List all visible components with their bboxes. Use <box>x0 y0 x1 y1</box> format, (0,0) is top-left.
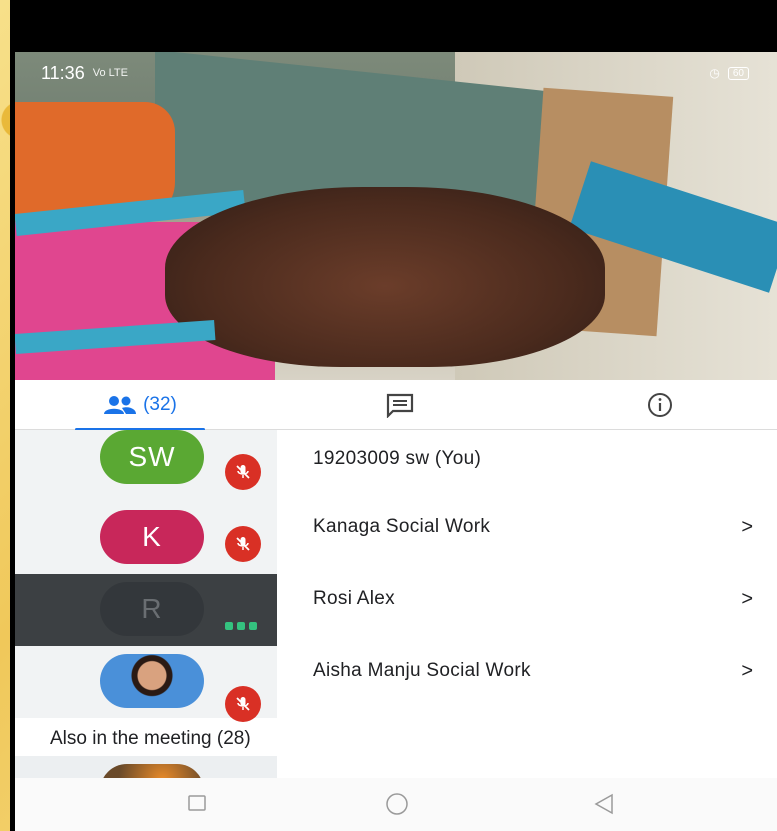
participant-name: 19203009 sw (You) <box>313 448 482 469</box>
chevron-right-icon[interactable]: > <box>741 588 753 611</box>
info-icon <box>648 393 672 417</box>
avatar-photo <box>100 764 204 778</box>
main-video-feed[interactable] <box>15 52 777 380</box>
top-black-bar <box>10 0 777 52</box>
alarm-icon: ◷ <box>709 66 720 80</box>
panel-tabs: (32) <box>15 380 777 431</box>
also-in-meeting-heading: Also in the meeting (28) <box>50 728 251 749</box>
phone-screen: 11:36 Vo LTE ◷ 60 (32) SW 19203009 sw (Y… <box>10 0 777 831</box>
participant-thumbnail[interactable] <box>15 756 277 778</box>
signal-indicator: Vo LTE <box>92 67 128 79</box>
people-icon <box>104 396 137 414</box>
participant-row[interactable]: Aisha Manju Social Work > <box>15 646 777 722</box>
mic-off-icon <box>225 526 261 562</box>
tab-info[interactable] <box>630 380 690 430</box>
status-time: 11:36 <box>41 62 85 83</box>
participant-thumbnail: SW <box>15 430 277 502</box>
participant-thumbnail: R <box>15 574 277 646</box>
android-nav-bar <box>15 778 777 831</box>
participant-name: Aisha Manju Social Work <box>313 660 531 681</box>
avatar: SW <box>100 430 204 484</box>
chat-icon <box>386 393 414 418</box>
home-icon[interactable] <box>382 792 412 816</box>
participant-thumbnail <box>15 646 277 722</box>
people-count: (32) <box>143 394 177 415</box>
mic-off-icon <box>225 454 261 490</box>
participant-name: Rosi Alex <box>313 588 395 609</box>
speaking-indicator-icon <box>225 622 257 630</box>
chevron-right-icon[interactable]: > <box>741 660 753 683</box>
mic-off-icon <box>225 686 261 722</box>
tab-chat[interactable] <box>370 380 430 430</box>
back-icon[interactable] <box>592 792 616 816</box>
participant-row[interactable]: SW 19203009 sw (You) <box>15 430 777 502</box>
participant-thumbnail: K <box>15 502 277 574</box>
status-bar: 11:36 Vo LTE ◷ 60 <box>15 60 775 86</box>
avatar-photo <box>100 654 204 708</box>
participant-row[interactable]: R Rosi Alex > <box>15 574 777 646</box>
chevron-right-icon[interactable]: > <box>741 516 753 539</box>
participants-panel: (32) SW 19203009 sw (You) K Kanaga Socia… <box>15 380 777 831</box>
recent-apps-icon[interactable] <box>186 792 208 814</box>
speaker-video <box>165 187 605 367</box>
participant-row[interactable]: K Kanaga Social Work > <box>15 502 777 574</box>
tab-people[interactable]: (32) <box>75 380 205 431</box>
avatar: K <box>100 510 204 564</box>
participant-name: Kanaga Social Work <box>313 516 491 537</box>
battery-indicator: 60 <box>727 66 749 80</box>
avatar: R <box>100 582 204 636</box>
